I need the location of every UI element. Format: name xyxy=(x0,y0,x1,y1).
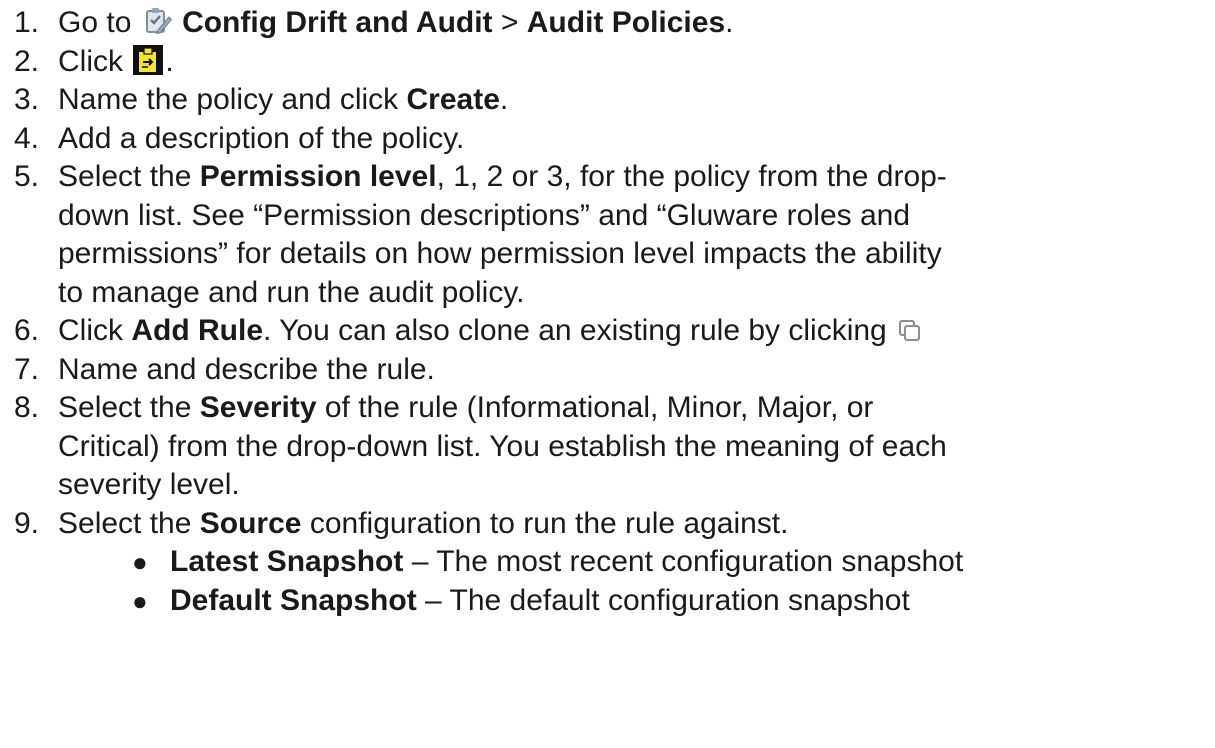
bullet-icon: ● xyxy=(132,547,148,577)
step-number: 7. xyxy=(14,352,40,386)
step-text: Add a description of the policy. xyxy=(58,121,465,155)
clone-icon xyxy=(897,318,923,344)
bullet-item: ● Latest Snapshot – The most recent conf… xyxy=(14,543,1215,582)
bullet-icon: ● xyxy=(132,585,148,616)
menu-audit-policies: Audit Policies xyxy=(526,6,726,39)
bullet-item: ● Default Snapshot – The default configu… xyxy=(14,582,1215,621)
step-4: 4. Add a description of the policy. xyxy=(14,120,1215,159)
step-number: 9. xyxy=(14,506,40,540)
step-number: 3. xyxy=(14,83,40,116)
latest-snapshot-ref: Latest Snapshot xyxy=(170,545,404,578)
step-2: 2. Click . xyxy=(14,43,1215,82)
step-number: 1. xyxy=(14,6,40,39)
step-6: 6. Click Add Rule. You can also clone an… xyxy=(14,312,1215,351)
step-8-continuation: Critical) from the drop-down list. You e… xyxy=(58,429,947,463)
step-5: 5. Select the Permission level, 1, 2 or … xyxy=(14,158,1215,197)
menu-config-drift-audit: Config Drift and Audit xyxy=(182,6,493,39)
step-9: 9. Select the Source configuration to ru… xyxy=(14,505,1215,544)
step-8-continuation: severity level. xyxy=(58,468,240,501)
source-ref: Source xyxy=(199,506,302,540)
audit-clipboard-icon xyxy=(142,6,172,36)
step-7: 7. Name and describe the rule. xyxy=(14,351,1215,390)
step-5-continuation: to manage and run the audit policy. xyxy=(58,275,525,309)
default-snapshot-ref: Default Snapshot xyxy=(170,583,417,617)
step-number: 8. xyxy=(14,391,40,424)
add-rule-ref: Add Rule xyxy=(131,314,264,347)
add-policy-icon xyxy=(133,44,164,75)
severity-ref: Severity xyxy=(199,391,317,424)
permission-level-ref: Permission level xyxy=(199,160,437,193)
step-text: Go to xyxy=(58,6,140,39)
step-3: 3. Name the policy and click Create. xyxy=(14,81,1215,120)
step-text: Name and describe the rule. xyxy=(58,352,435,386)
step-number: 6. xyxy=(14,314,40,347)
step-text: Click xyxy=(58,44,132,78)
step-8: 8. Select the Severity of the rule (Info… xyxy=(14,389,1215,428)
step-1: 1. Go to Config Drift and Audit > Audit … xyxy=(14,4,1215,43)
step-5-continuation: permissions” for details on how permissi… xyxy=(58,237,942,270)
create-button-ref: Create xyxy=(406,83,500,116)
step-5-continuation: down list. See “Permission descriptions”… xyxy=(58,198,911,232)
step-number: 4. xyxy=(14,121,40,155)
instructions-document: 1. Go to Config Drift and Audit > Audit … xyxy=(0,0,1215,620)
step-number: 5. xyxy=(14,160,40,193)
step-number: 2. xyxy=(14,44,40,78)
